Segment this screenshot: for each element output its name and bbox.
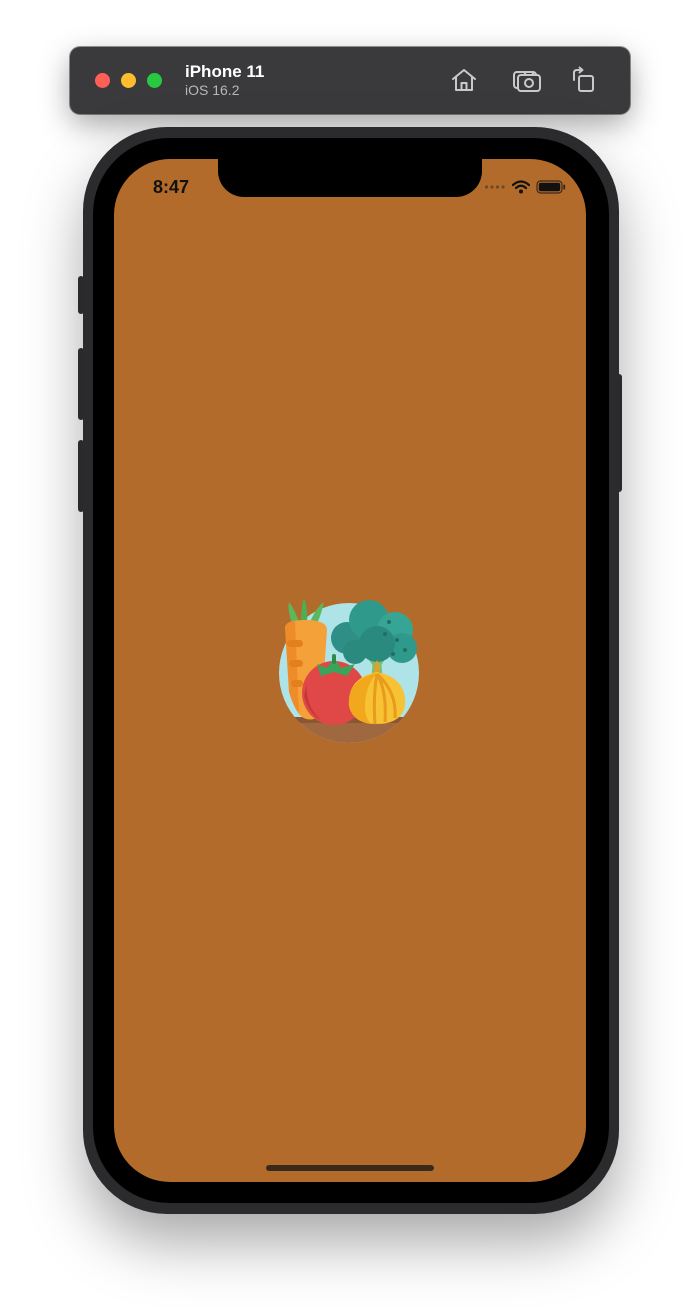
- battery-icon: [536, 180, 566, 194]
- simulator-title-bar: iPhone 11 iOS 16.2: [70, 47, 630, 114]
- rotate-button[interactable]: [568, 65, 600, 95]
- zoom-window-button[interactable]: [147, 73, 162, 88]
- status-time: 8:47: [153, 177, 190, 197]
- device-name: iPhone 11: [185, 62, 265, 81]
- signal-dots-icon: [484, 185, 505, 189]
- notch: [218, 159, 482, 197]
- app-screen[interactable]: 8:47: [114, 159, 586, 1182]
- screenshot-button[interactable]: [511, 65, 543, 95]
- vegetables-logo-icon: [279, 598, 419, 743]
- screenshot-icon: [513, 71, 541, 92]
- status-icons: [484, 179, 566, 195]
- close-window-button[interactable]: [95, 73, 110, 88]
- home-icon: [452, 69, 476, 91]
- wifi-icon: [512, 180, 530, 194]
- home-indicator[interactable]: [266, 1165, 434, 1171]
- home-button[interactable]: [448, 65, 480, 95]
- simulator-stage: iPhone 11 iOS 16.2 8:47: [0, 0, 700, 1307]
- minimize-window-button[interactable]: [121, 73, 136, 88]
- rotate-icon: [573, 66, 594, 92]
- os-version: iOS 16.2: [185, 82, 240, 98]
